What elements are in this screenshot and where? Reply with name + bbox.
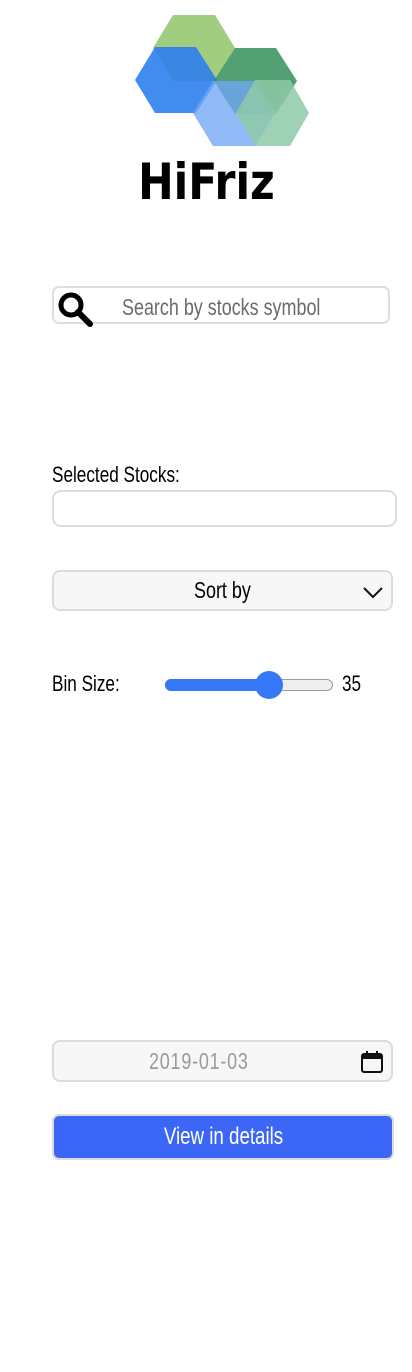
sort-by-label-text: Sort by (194, 577, 251, 603)
brand-name-text: HiFriz (137, 153, 275, 211)
bin-size-value-text: 35 (342, 671, 362, 696)
date-input[interactable]: 2019-01-03 (52, 1040, 393, 1082)
search-bar[interactable]: Search by stocks symbol (52, 286, 390, 327)
sort-by-label: Sort by (54, 572, 391, 609)
chevron-down-icon (363, 587, 383, 599)
selected-stocks-label-text: Selected Stocks: (52, 462, 180, 487)
brand-name: HiFriz (0, 150, 412, 214)
date-value-text: 2019-01-03 (149, 1048, 249, 1074)
view-in-details-button[interactable]: View in details (52, 1114, 394, 1160)
selected-stocks-label: Selected Stocks: (52, 460, 216, 490)
slider-thumb[interactable] (254, 671, 283, 699)
view-in-details-label: View in details (163, 1123, 283, 1150)
search-icon[interactable] (56, 290, 94, 328)
bin-size-label-text: Bin Size: (52, 671, 120, 696)
bin-size-label: Bin Size: (52, 668, 139, 700)
selected-stocks-box[interactable] (52, 490, 397, 527)
bin-size-value: 35 (342, 668, 366, 700)
search-input[interactable] (114, 288, 384, 322)
date-value: 2019-01-03 (54, 1042, 344, 1080)
bin-size-slider[interactable] (165, 671, 333, 699)
brand-logo (135, 15, 309, 146)
slider-fill (165, 679, 269, 691)
calendar-icon[interactable] (360, 1050, 384, 1074)
sort-by-select[interactable]: Sort by (52, 570, 393, 611)
